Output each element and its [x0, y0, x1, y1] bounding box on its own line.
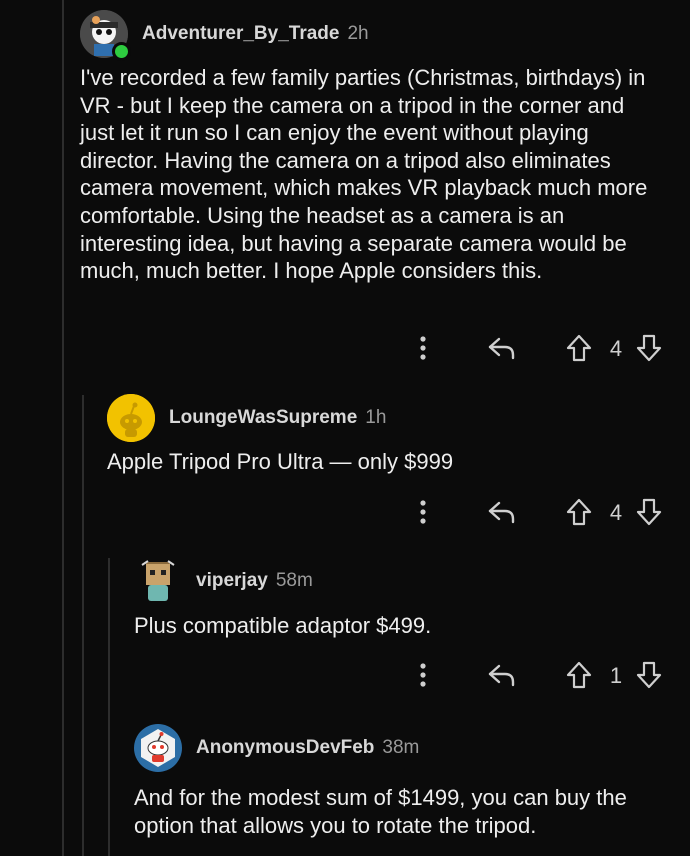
timestamp: 58m	[275, 570, 313, 591]
downvote-icon[interactable]	[634, 328, 664, 368]
comment-actions: 4	[400, 492, 680, 532]
more-options-icon[interactable]	[408, 655, 438, 695]
vote-score: 1	[609, 663, 623, 688]
comment-body: And for the modest sum of $1499, you can…	[134, 785, 627, 838]
reply-icon[interactable]	[482, 655, 522, 695]
upvote-icon[interactable]	[564, 328, 594, 368]
reply-icon[interactable]	[482, 492, 522, 532]
comment-body: Apple Tripod Pro Ultra — only $999	[107, 449, 454, 474]
thread-line-level-3	[108, 558, 110, 856]
username[interactable]: viperjay	[196, 570, 268, 592]
username[interactable]: Adventurer_By_Trade	[142, 23, 339, 45]
avatar[interactable]	[107, 394, 155, 442]
cardboard-box-avatar-icon	[141, 560, 175, 601]
avatar[interactable]	[134, 724, 182, 772]
snoo-avatar-icon	[107, 394, 155, 442]
online-indicator	[112, 42, 131, 61]
comment-actions: 1	[400, 655, 680, 695]
comment-body: I've recorded a few family parties (Chri…	[80, 65, 648, 284]
thread-line-level-1	[62, 0, 64, 856]
snoo-hexagon-avatar-icon	[137, 725, 179, 771]
timestamp: 38m	[382, 737, 420, 758]
username[interactable]: AnonymousDevFeb	[196, 737, 374, 759]
comment-actions: 4	[400, 328, 680, 368]
username[interactable]: LoungeWasSupreme	[169, 407, 357, 429]
vote-score: 4	[609, 500, 623, 525]
timestamp: 1h	[365, 407, 387, 428]
timestamp: 2h	[347, 23, 369, 44]
upvote-icon[interactable]	[564, 655, 594, 695]
avatar[interactable]	[80, 10, 131, 61]
more-options-icon[interactable]	[408, 492, 438, 532]
more-options-icon[interactable]	[408, 328, 438, 368]
reply-icon[interactable]	[482, 328, 522, 368]
avatar[interactable]	[134, 557, 182, 605]
downvote-icon[interactable]	[634, 492, 664, 532]
downvote-icon[interactable]	[634, 655, 664, 695]
vote-score: 4	[609, 336, 623, 361]
comment-body: Plus compatible adaptor $499.	[134, 613, 432, 638]
upvote-icon[interactable]	[564, 492, 594, 532]
thread-line-level-2	[82, 395, 84, 856]
